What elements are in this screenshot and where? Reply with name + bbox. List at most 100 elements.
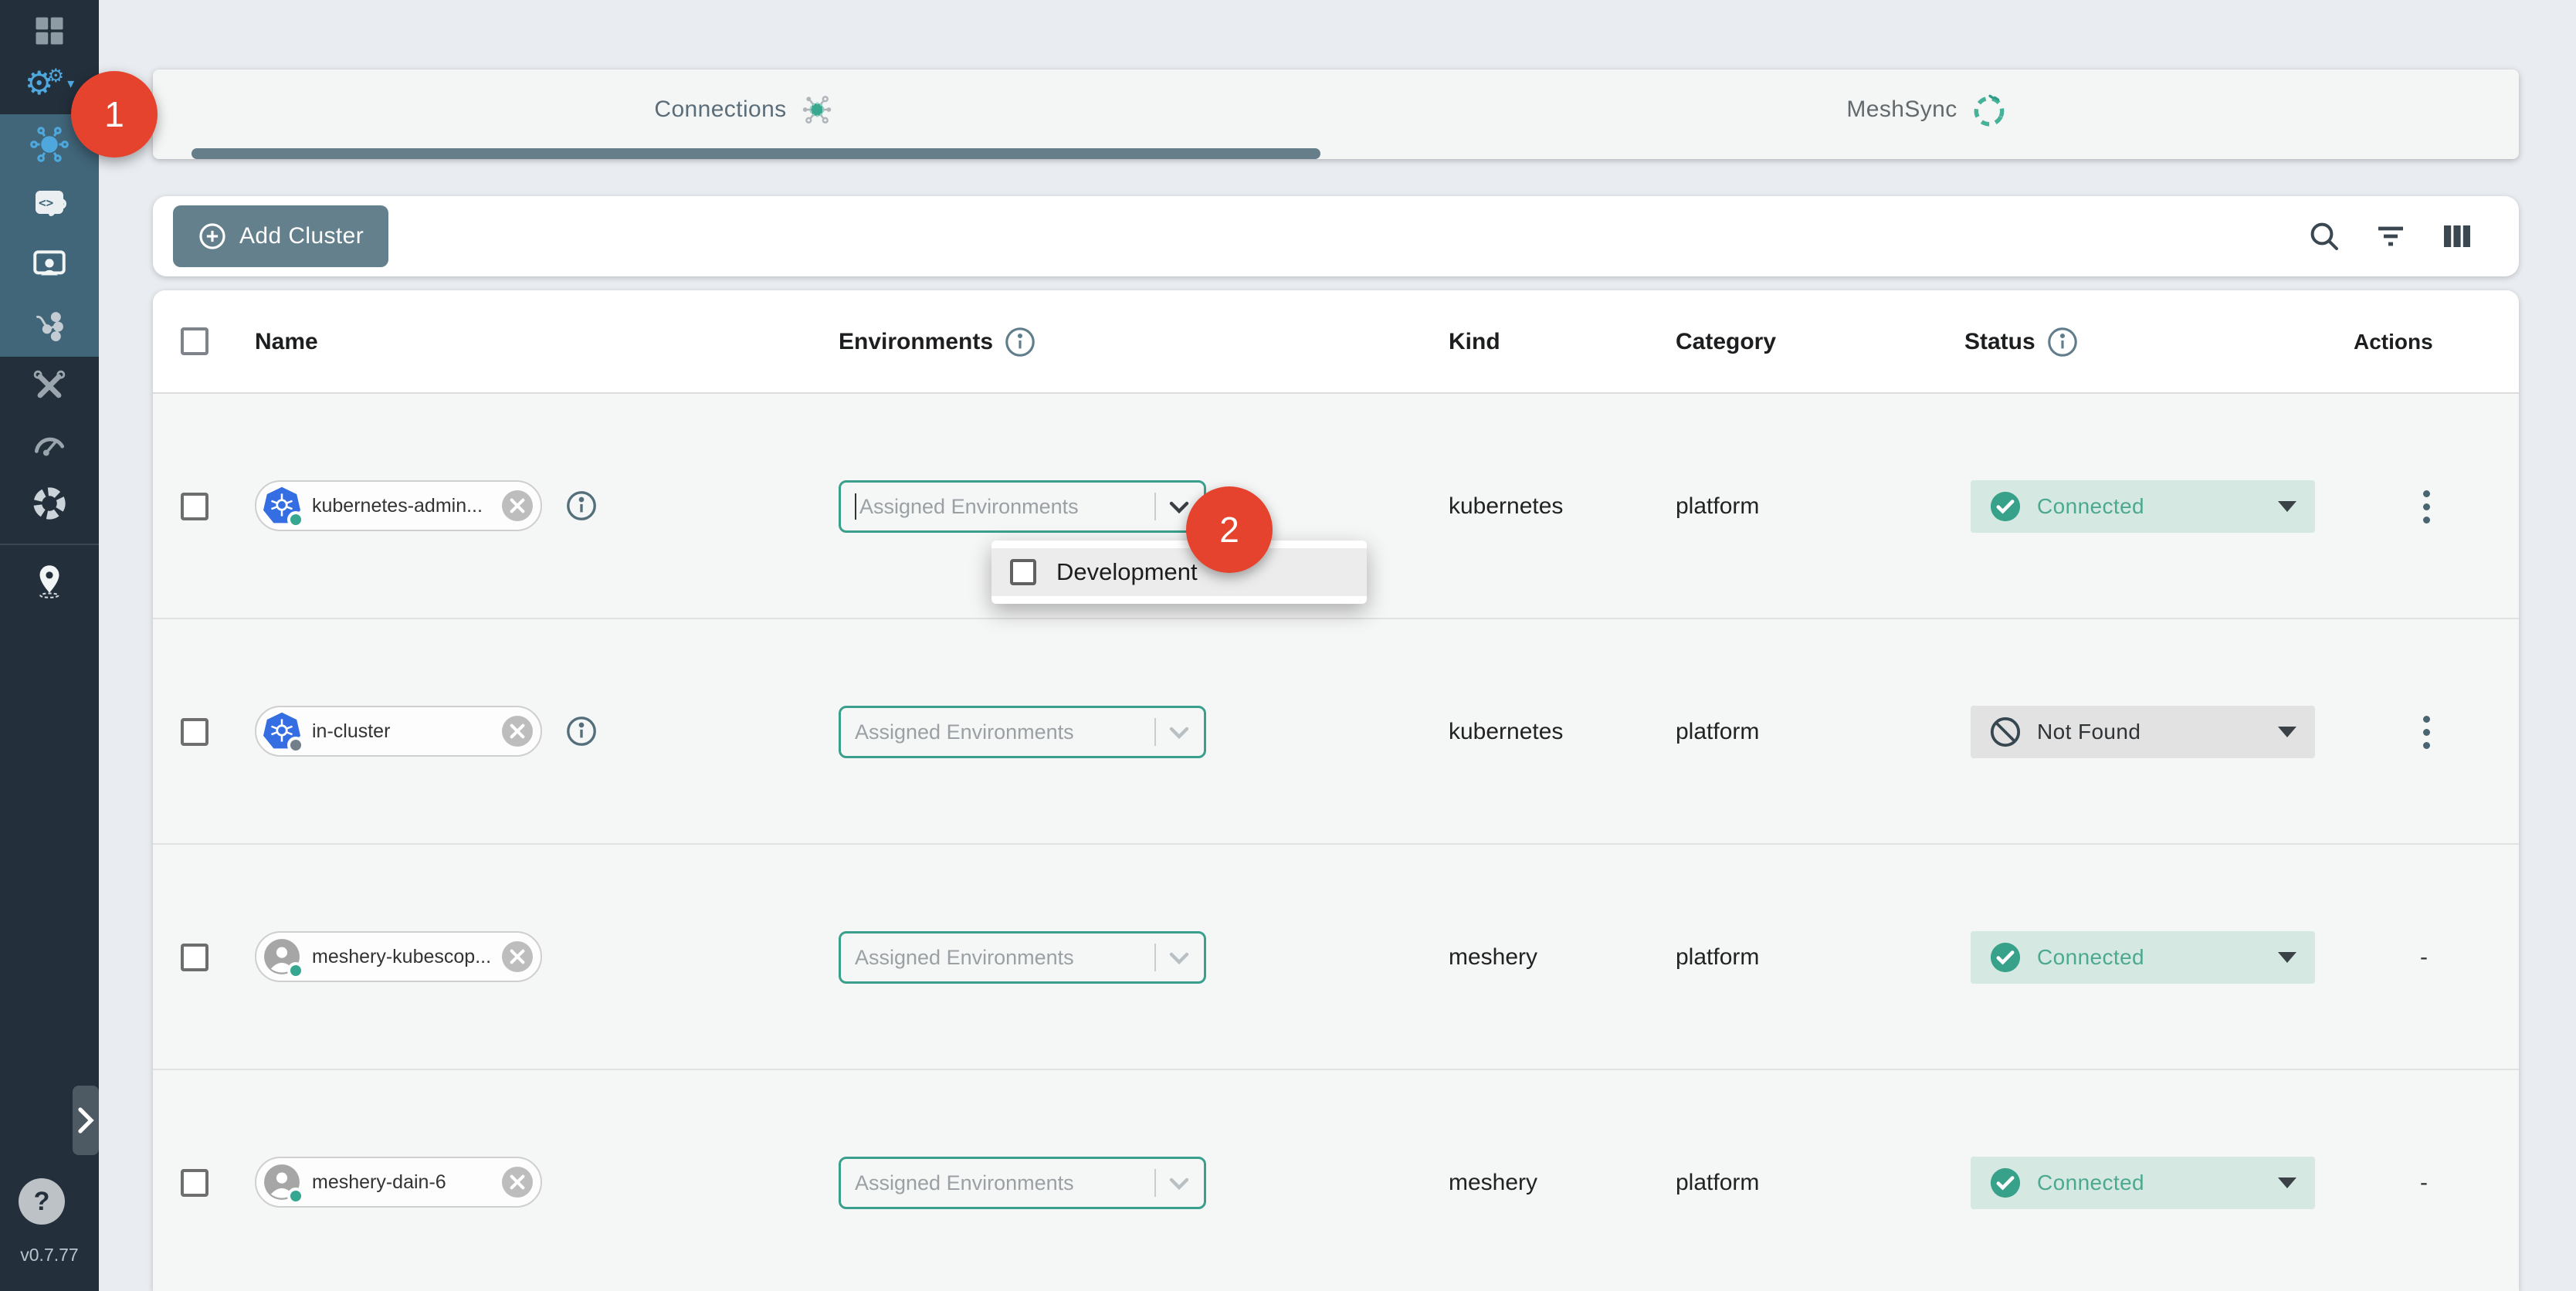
select-all-checkbox[interactable] <box>181 327 208 355</box>
search-icon[interactable] <box>2306 218 2343 255</box>
status-select[interactable]: Connected <box>1971 931 2315 984</box>
header-kind: Kind <box>1449 290 1500 394</box>
tab-connections-label: Connections <box>654 97 786 123</box>
tabs-bar: Connections MeshSync <box>153 69 2519 159</box>
connections-mesh-icon <box>30 125 69 164</box>
not-found-dot <box>287 737 304 754</box>
sidebar-item-configuration[interactable] <box>0 357 99 415</box>
header-environments: Environments <box>839 290 1036 394</box>
meshery-connections-page: ⚙ ⚙ ▾ <box>0 0 2576 1291</box>
table-row: in-cluster Assigned Environments kuberne… <box>153 619 2519 845</box>
text-cursor <box>855 493 856 520</box>
check-circle-icon <box>1989 941 2022 974</box>
row-checkbox[interactable] <box>181 493 208 520</box>
location-pin-icon <box>30 561 69 600</box>
branch-nodes-icon <box>30 306 69 344</box>
row-checkbox[interactable] <box>181 1169 208 1197</box>
header-status: Status <box>1964 290 2079 394</box>
small-gear-icon: ⚙ <box>48 66 65 85</box>
connection-name: kubernetes-admin... <box>301 495 502 517</box>
remove-connection-icon[interactable] <box>502 716 533 747</box>
user-avatar-icon <box>263 1163 301 1201</box>
chevron-down-icon[interactable] <box>1167 720 1191 744</box>
environments-info-icon[interactable] <box>1004 326 1036 358</box>
connection-name-chip[interactable]: kubernetes-admin... <box>255 480 542 531</box>
status-label: Connected <box>2037 1171 2262 1195</box>
sidebar-item-user-screen[interactable] <box>0 235 99 295</box>
connection-name-chip[interactable]: in-cluster <box>255 706 542 757</box>
screen-user-icon <box>30 246 69 284</box>
status-select[interactable]: Not Found <box>1971 706 2315 758</box>
connection-name-chip[interactable]: meshery-kubescop... <box>255 931 542 982</box>
environments-placeholder: Assigned Environments <box>859 495 1154 519</box>
kind-cell: kubernetes <box>1449 619 1563 845</box>
sidebar-item-adapters[interactable]: <> <box>0 175 99 235</box>
environments-select[interactable]: Assigned Environments <box>839 480 1206 533</box>
remove-connection-icon[interactable] <box>502 490 533 521</box>
remove-connection-icon[interactable] <box>502 941 533 972</box>
sidebar-item-extensions[interactable] <box>0 474 99 533</box>
row-checkbox[interactable] <box>181 944 208 971</box>
chevron-down-icon: ▾ <box>67 76 74 92</box>
status-label: Connected <box>2037 945 2262 970</box>
callout-badge-2: 2 <box>1186 486 1273 573</box>
meshsync-spinner-icon <box>1970 90 2008 129</box>
connection-info-icon[interactable] <box>565 715 598 747</box>
remove-connection-icon[interactable] <box>502 1167 533 1198</box>
tab-meshsync[interactable]: MeshSync <box>1336 69 2519 150</box>
select-divider <box>1154 1169 1156 1197</box>
connection-name: in-cluster <box>301 720 502 743</box>
filter-icon[interactable] <box>2372 218 2409 255</box>
connection-name: meshery-kubescop... <box>301 946 502 968</box>
environment-option-development[interactable]: Development <box>991 548 1367 596</box>
kubernetes-logo-icon <box>263 486 301 525</box>
plus-circle-icon <box>198 222 227 251</box>
svg-text:<>: <> <box>39 195 53 210</box>
environments-select[interactable]: Assigned Environments <box>839 1157 1206 1209</box>
caret-down-icon <box>2278 501 2296 512</box>
sidebar-lifecycle-submenu: <> <box>0 114 99 357</box>
add-cluster-button[interactable]: Add Cluster <box>173 205 388 267</box>
block-icon <box>1989 716 2022 748</box>
environments-placeholder: Assigned Environments <box>855 1171 1154 1195</box>
status-select[interactable]: Connected <box>1971 1157 2315 1209</box>
status-select[interactable]: Connected <box>1971 480 2315 533</box>
sidebar-divider <box>0 544 99 545</box>
environments-select[interactable]: Assigned Environments <box>839 931 1206 984</box>
sidebar-item-performance[interactable] <box>0 415 99 474</box>
option-checkbox[interactable] <box>1010 559 1036 585</box>
row-actions-menu[interactable] <box>2414 480 2439 533</box>
row-actions-menu[interactable] <box>2414 706 2439 758</box>
kind-cell: kubernetes <box>1449 394 1563 619</box>
tab-connections[interactable]: Connections <box>153 69 1336 150</box>
connected-dot <box>287 1188 304 1205</box>
connection-info-icon[interactable] <box>565 490 598 522</box>
sidebar-item-location[interactable] <box>0 553 99 608</box>
sidebar-expand-button[interactable] <box>73 1086 99 1155</box>
status-info-icon[interactable] <box>2046 326 2079 358</box>
chevron-down-icon[interactable] <box>1167 945 1191 970</box>
status-label: Not Found <box>2037 720 2262 744</box>
table-toolbar: Add Cluster <box>153 196 2519 276</box>
sidebar-lower-group <box>0 357 99 533</box>
view-columns-icon[interactable] <box>2439 218 2476 255</box>
sidebar-item-service-mesh[interactable] <box>0 295 99 355</box>
row-checkbox[interactable] <box>181 718 208 746</box>
donut-mesh-icon <box>29 483 69 524</box>
sidebar-item-dashboard[interactable] <box>0 3 99 59</box>
version-label: v0.7.77 <box>0 1245 99 1266</box>
select-divider <box>1154 493 1156 520</box>
header-category: Category <box>1676 290 1776 394</box>
chevron-down-icon[interactable] <box>1167 1171 1191 1195</box>
connection-name-chip[interactable]: meshery-dain-6 <box>255 1157 542 1208</box>
actions-none: - <box>2420 845 2428 1070</box>
environments-select[interactable]: Assigned Environments <box>839 706 1206 758</box>
dashboard-grid-icon <box>33 15 66 47</box>
connection-name: meshery-dain-6 <box>301 1171 502 1194</box>
help-button[interactable]: ? <box>19 1178 65 1225</box>
actions-none: - <box>2420 1070 2428 1291</box>
callout-badge-1: 1 <box>71 71 158 158</box>
connected-dot <box>287 962 304 979</box>
toolbar-actions <box>2306 218 2476 255</box>
environments-placeholder: Assigned Environments <box>855 720 1154 744</box>
